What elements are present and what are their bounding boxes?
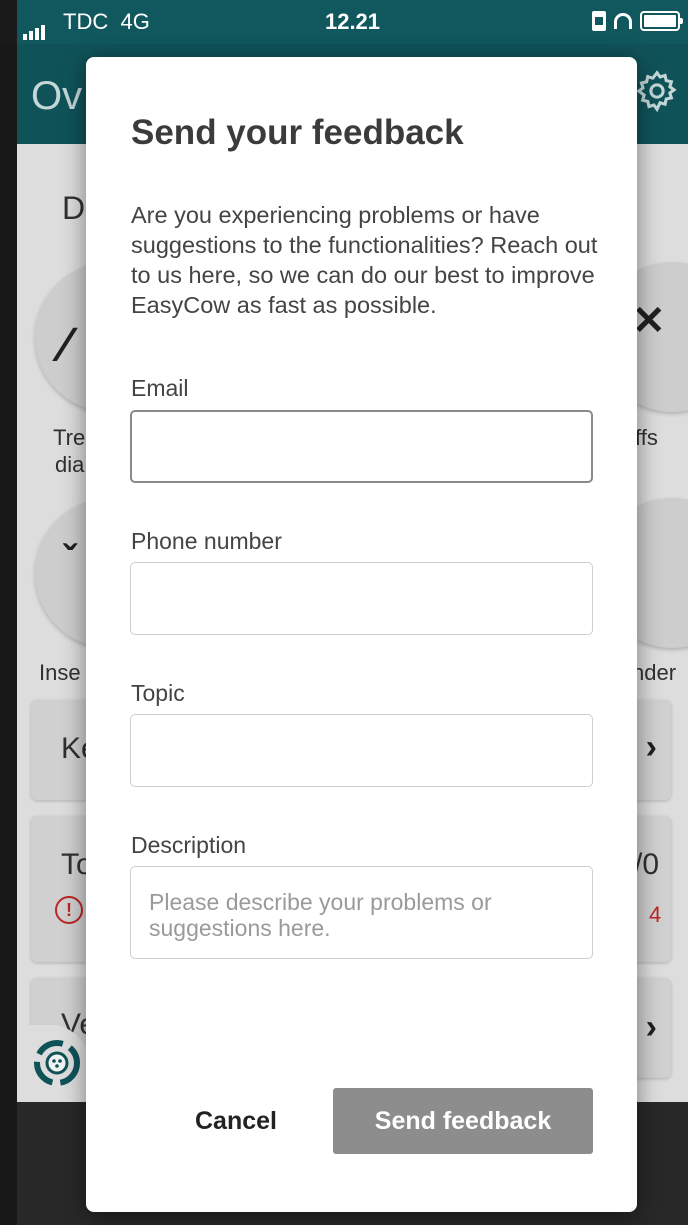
topic-label: Topic	[131, 680, 185, 706]
headphones-icon	[614, 13, 632, 29]
description-field[interactable]	[130, 866, 593, 959]
status-time: 12.21	[324, 9, 381, 34]
email-label: Email	[131, 375, 189, 401]
phone-label: Phone number	[131, 528, 282, 554]
topic-field[interactable]	[130, 714, 593, 787]
sim-icon	[592, 11, 606, 31]
status-icons	[592, 11, 683, 31]
description-label: Description	[131, 832, 247, 858]
send-feedback-button[interactable]: Send feedback	[333, 1088, 593, 1154]
dialog-title: Send your feedback	[131, 113, 464, 152]
email-field[interactable]	[130, 410, 593, 483]
cancel-button[interactable]: Cancel	[176, 1088, 296, 1154]
battery-icon	[640, 11, 683, 31]
status-bar: TDC 4G 12.21	[17, 0, 688, 44]
dialog-intro-text: Are you experiencing problems or have su…	[131, 202, 598, 318]
phone-field[interactable]	[130, 562, 593, 635]
feedback-dialog: Send your feedback Are you experiencing …	[86, 57, 637, 1212]
